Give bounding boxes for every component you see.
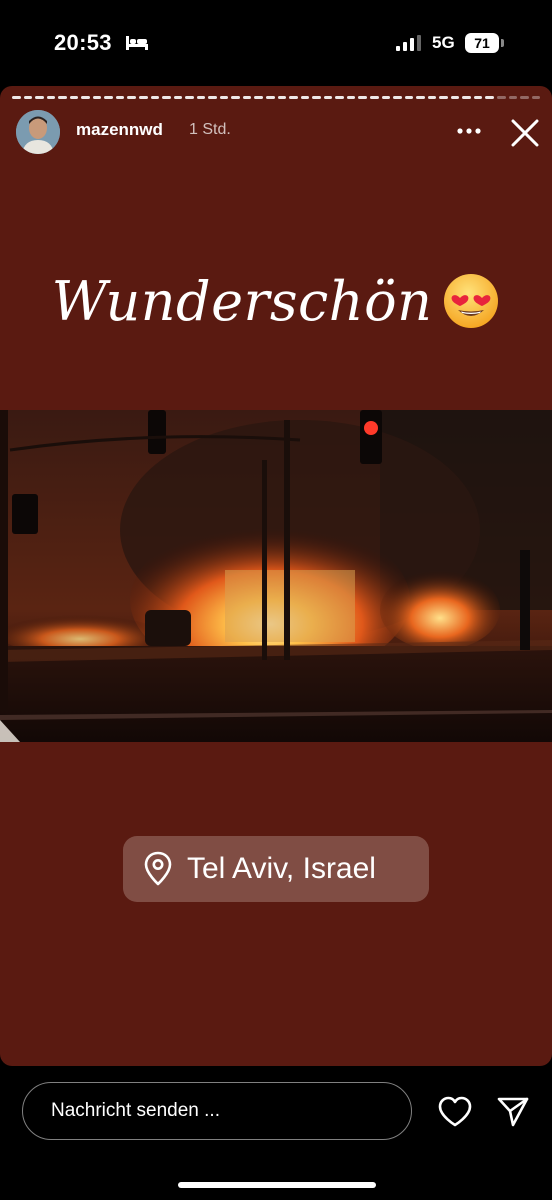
story-photo: [0, 410, 552, 742]
progress-segment: [35, 96, 44, 99]
progress-segment: [289, 96, 298, 99]
story-username[interactable]: mazennwd: [76, 120, 163, 140]
progress-segment: [520, 96, 529, 99]
progress-segment: [312, 96, 321, 99]
heart-eyes-emoji-icon: [444, 274, 499, 328]
progress-segment: [277, 96, 287, 99]
progress-segment: [266, 96, 275, 99]
progress-segment: [496, 96, 506, 99]
progress-segment: [23, 96, 33, 99]
progress-segment: [346, 96, 356, 99]
close-icon[interactable]: [508, 116, 542, 150]
progress-segment: [450, 96, 460, 99]
story-time-ago: 1 Std.: [189, 121, 231, 138]
progress-segment: [208, 96, 217, 99]
send-icon[interactable]: [496, 1096, 530, 1128]
progress-segment: [473, 96, 483, 99]
progress-segment: [104, 96, 113, 99]
progress-segment: [254, 96, 264, 99]
progress-segment: [231, 96, 240, 99]
progress-segment: [462, 96, 471, 99]
progress-segment: [300, 96, 310, 99]
progress-segment: [335, 96, 344, 99]
battery-level: 71: [474, 35, 490, 51]
progress-segment: [150, 96, 160, 99]
cellular-signal-icon: [396, 35, 421, 51]
progress-segment: [381, 96, 391, 99]
sleep-focus-icon: [126, 36, 148, 50]
progress-segment: [81, 96, 90, 99]
battery-indicator: 71: [465, 33, 505, 53]
progress-segment: [46, 96, 56, 99]
progress-segment: [323, 96, 333, 99]
progress-segment: [416, 96, 425, 99]
network-type: 5G: [432, 33, 455, 52]
map-pin-icon: [144, 851, 172, 886]
story-progress-bar: [12, 96, 541, 99]
progress-segment: [508, 96, 518, 99]
progress-segment: [196, 96, 206, 99]
progress-segment: [58, 96, 67, 99]
progress-segment: [393, 96, 402, 99]
reply-bar: [0, 1066, 552, 1200]
progress-segment: [404, 96, 414, 99]
avatar[interactable]: [16, 110, 60, 154]
progress-segment: [162, 96, 171, 99]
heart-icon[interactable]: [437, 1096, 473, 1128]
message-input[interactable]: [22, 1082, 412, 1140]
progress-segment: [127, 96, 137, 99]
progress-segment: [242, 96, 252, 99]
story-caption: Wunderschön: [0, 270, 552, 333]
progress-segment: [69, 96, 79, 99]
progress-segment: [531, 96, 541, 99]
progress-segment: [185, 96, 194, 99]
progress-segment: [173, 96, 183, 99]
progress-segment: [115, 96, 125, 99]
story-card[interactable]: mazennwd 1 Std. Wunderschön Tel Aviv, Is…: [0, 86, 552, 1066]
more-horizontal-icon[interactable]: [454, 116, 484, 146]
progress-segment: [219, 96, 229, 99]
location-label: Tel Aviv, Israel: [187, 852, 376, 885]
home-indicator: [178, 1182, 376, 1188]
progress-segment: [12, 96, 21, 99]
progress-segment: [427, 96, 437, 99]
status-bar: 20:53 5G 71: [0, 0, 552, 86]
progress-segment: [92, 96, 102, 99]
progress-segment: [139, 96, 148, 99]
progress-segment: [369, 96, 379, 99]
status-time: 20:53: [54, 30, 112, 55]
progress-segment: [485, 96, 494, 99]
caption-text: Wunderschön: [51, 270, 433, 333]
progress-segment: [439, 96, 448, 99]
progress-segment: [358, 96, 367, 99]
location-sticker[interactable]: Tel Aviv, Israel: [123, 836, 429, 902]
